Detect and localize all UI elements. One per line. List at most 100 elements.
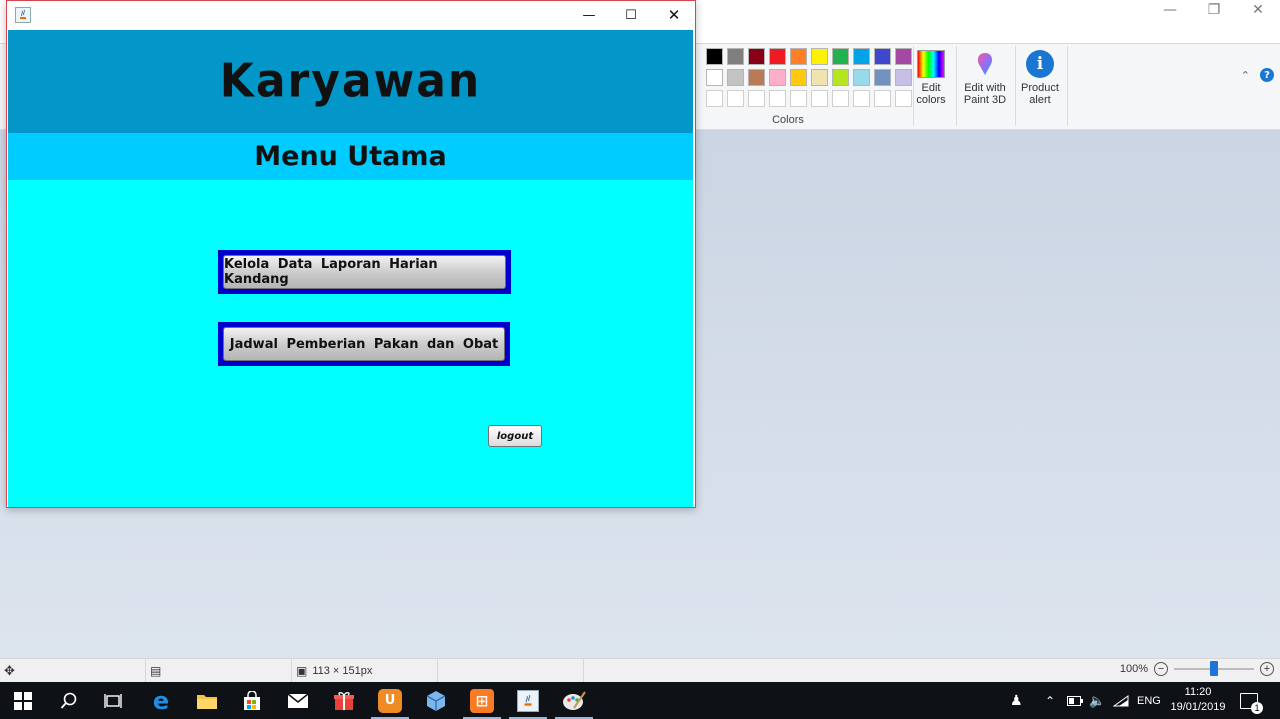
taskbar-virtualbox[interactable] <box>413 682 459 719</box>
palette-color-swatch[interactable] <box>706 48 723 65</box>
palette-custom-swatch[interactable] <box>895 90 912 107</box>
palette-color-swatch[interactable] <box>790 48 807 65</box>
palette-color-swatch[interactable] <box>769 69 786 86</box>
palette-color-swatch[interactable] <box>832 69 849 86</box>
people-button[interactable]: ♟ <box>1010 682 1023 719</box>
colors-group-label: Colors <box>772 114 804 126</box>
palette-color-swatch[interactable] <box>811 69 828 86</box>
paint-close-button[interactable]: ✕ <box>1236 0 1280 20</box>
palette-color-swatch[interactable] <box>727 48 744 65</box>
zoom-out-button[interactable]: − <box>1154 662 1168 676</box>
battery-icon <box>1067 695 1083 706</box>
speaker-icon: 🔈 <box>1089 692 1106 708</box>
ribbon-collapse-icon[interactable]: ⌃ <box>1241 69 1250 82</box>
taskbar-java[interactable] <box>505 682 551 719</box>
window-title-bar[interactable]: — ☐ ✕ <box>7 1 695 29</box>
paint3d-icon <box>971 50 999 78</box>
edit-colors-button[interactable]: Edit colors <box>912 48 950 106</box>
karyawan-window: — ☐ ✕ Karyawan Menu Utama Kelola Data La… <box>6 0 696 508</box>
palette-custom-swatch[interactable] <box>706 90 723 107</box>
ribbon-separator <box>1015 46 1016 126</box>
palette-color-swatch[interactable] <box>790 69 807 86</box>
task-view-icon <box>104 693 122 708</box>
palette-color-swatch[interactable] <box>769 48 786 65</box>
taskbar-xampp[interactable]: ⊞ <box>459 682 505 719</box>
zoom-in-button[interactable]: + <box>1260 662 1274 676</box>
taskbar-paint[interactable] <box>551 682 597 719</box>
taskbar-uc-app[interactable]: U <box>367 682 413 719</box>
action-center-button[interactable]: 1 <box>1240 682 1263 719</box>
jadwal-pakan-button[interactable]: Jadwal Pemberian Pakan dan Obat <box>223 327 505 361</box>
search-button[interactable] <box>46 682 92 719</box>
palette-color-swatch[interactable] <box>853 69 870 86</box>
windows-icon <box>14 691 32 710</box>
close-button[interactable]: ✕ <box>652 1 696 29</box>
product-alert-button[interactable]: i Product alert <box>1018 48 1062 106</box>
show-hidden-icons-button[interactable]: ⌃ <box>1045 682 1055 719</box>
gift-icon <box>334 691 354 710</box>
palette-color-swatch[interactable] <box>748 69 765 86</box>
palette-custom-swatch[interactable] <box>769 90 786 107</box>
palette-custom-swatch[interactable] <box>811 90 828 107</box>
image-size-icon: ▣ <box>296 664 308 678</box>
task-view-button[interactable] <box>90 682 136 719</box>
help-icon[interactable]: ? <box>1260 68 1274 82</box>
paint-palette-icon <box>563 690 586 710</box>
taskbar-store[interactable] <box>229 682 275 719</box>
product-alert-label: Product alert <box>1021 82 1059 106</box>
color-palette <box>706 48 912 107</box>
image-size-text: 113 × 151px <box>312 665 373 677</box>
taskbar-edge[interactable]: e <box>138 682 184 719</box>
zoom-control: 100% − + <box>1120 661 1274 676</box>
palette-custom-swatch[interactable] <box>832 90 849 107</box>
kelola-laporan-button[interactable]: Kelola Data Laporan Harian Kandang <box>223 255 506 289</box>
paint-minimize-button[interactable]: — <box>1148 0 1192 20</box>
palette-color-swatch[interactable] <box>811 48 828 65</box>
palette-color-swatch[interactable] <box>853 48 870 65</box>
file-size-segment <box>438 659 584 683</box>
minimize-button[interactable]: — <box>567 1 611 29</box>
palette-custom-swatch[interactable] <box>853 90 870 107</box>
palette-color-swatch[interactable] <box>706 69 723 86</box>
palette-custom-swatch[interactable] <box>790 90 807 107</box>
taskbar: e U ⊞ ♟ ⌃ 🔈 ENG 11:20 19/01/2019 1 <box>0 682 1280 719</box>
notification-count: 1 <box>1251 701 1263 714</box>
language-indicator[interactable]: ENG <box>1137 682 1161 719</box>
wifi-button[interactable] <box>1113 682 1129 719</box>
palette-custom-swatch[interactable] <box>748 90 765 107</box>
folder-icon <box>197 694 217 709</box>
palette-color-swatch[interactable] <box>727 69 744 86</box>
taskbar-file-explorer[interactable] <box>184 682 230 719</box>
palette-color-swatch[interactable] <box>874 48 891 65</box>
notification-icon: 1 <box>1240 692 1263 714</box>
clock[interactable]: 11:20 19/01/2019 <box>1166 685 1230 715</box>
paint-restore-button[interactable]: ❐ <box>1192 0 1236 20</box>
menu-title: Menu Utama <box>254 141 447 172</box>
zoom-slider[interactable] <box>1174 661 1254 676</box>
palette-custom-swatch[interactable] <box>874 90 891 107</box>
palette-color-swatch[interactable] <box>874 69 891 86</box>
volume-button[interactable]: 🔈 <box>1089 682 1105 719</box>
battery-button[interactable] <box>1067 682 1083 719</box>
edit-paint3d-button[interactable]: Edit with Paint 3D <box>958 48 1012 106</box>
palette-color-swatch[interactable] <box>748 48 765 65</box>
start-button[interactable] <box>0 682 46 719</box>
palette-color-swatch[interactable] <box>895 69 912 86</box>
taskbar-mail[interactable] <box>275 682 321 719</box>
cursor-position-segment: ✥ <box>0 659 146 683</box>
header-panel: Karyawan <box>8 30 693 133</box>
maximize-button[interactable]: ☐ <box>609 1 653 29</box>
java-icon <box>15 7 31 23</box>
palette-custom-swatch[interactable] <box>727 90 744 107</box>
logout-button[interactable]: logout <box>488 425 542 447</box>
palette-color-swatch[interactable] <box>832 48 849 65</box>
palette-color-swatch[interactable] <box>895 48 912 65</box>
taskbar-gift-app[interactable] <box>321 682 367 719</box>
zoom-slider-thumb[interactable] <box>1210 661 1218 676</box>
language-text: ENG <box>1137 694 1161 707</box>
people-icon: ♟ <box>1010 692 1023 708</box>
uc-browser-icon: U <box>378 688 402 713</box>
xampp-icon: ⊞ <box>470 688 494 713</box>
edge-icon: e <box>152 686 170 715</box>
ribbon-separator <box>1067 46 1068 126</box>
